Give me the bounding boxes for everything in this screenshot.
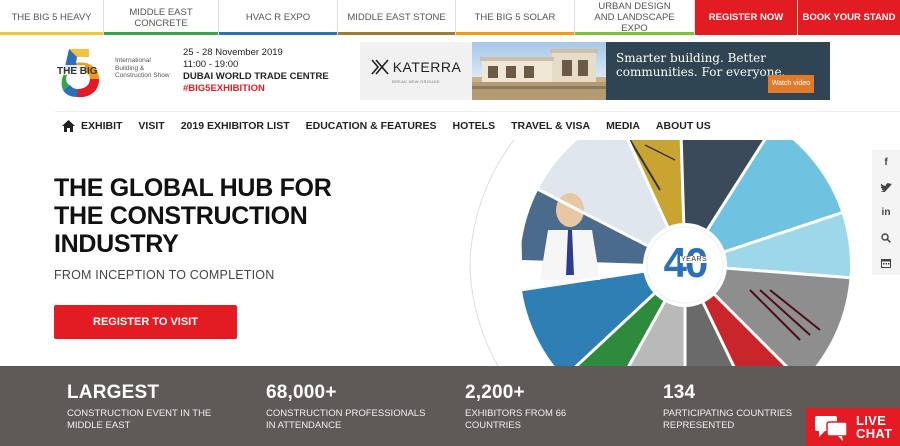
main-nav: EXHIBIT VISIT 2019 EXHIBITOR LIST EDUCAT… xyxy=(55,111,900,139)
tab-middle-east-concrete[interactable]: MIDDLE EAST CONCRETE xyxy=(104,0,219,35)
hero-title: THE GLOBAL HUB FOR THE CONSTRUCTION INDU… xyxy=(54,174,332,258)
stats-band: LARGEST CONSTRUCTION EVENT IN THE MIDDLE… xyxy=(0,366,900,446)
calendar-icon[interactable] xyxy=(872,250,900,275)
hero-subtitle: FROM INCEPTION TO COMPLETION xyxy=(54,268,275,282)
tab-color-bar xyxy=(104,32,218,35)
nav-education-features[interactable]: EDUCATION & FEATURES xyxy=(306,120,437,132)
logo-tagline: International Building & Construction Sh… xyxy=(115,57,170,79)
home-icon[interactable] xyxy=(55,119,81,132)
forty-years-badge: 40 YEARS xyxy=(650,238,720,292)
badge-text: YEARS xyxy=(680,256,709,263)
ad-house-image xyxy=(472,42,606,100)
tab-urban-design[interactable]: URBAN DESIGN AND LANDSCAPE EXPO xyxy=(575,0,695,35)
facebook-icon[interactable]: f xyxy=(872,150,900,175)
tab-middle-east-stone[interactable]: MIDDLE EAST STONE xyxy=(338,0,456,35)
tab-color-bar xyxy=(0,32,103,35)
event-hours: 11:00 - 19:00 xyxy=(183,59,239,70)
stat-largest: LARGEST CONSTRUCTION EVENT IN THE MIDDLE… xyxy=(67,382,227,432)
live-chat-label: LIVE CHAT xyxy=(856,414,892,440)
linkedin-icon[interactable]: in xyxy=(872,200,900,225)
stat-value: 68,000+ xyxy=(266,382,337,403)
hero-collage-graphic: 40 YEARS xyxy=(460,99,881,402)
nav-travel-visa[interactable]: TRAVEL & VISA xyxy=(511,120,590,132)
ad-copy: Smarter building. Better communities. Fo… xyxy=(606,42,830,100)
tab-color-bar xyxy=(338,32,455,35)
tab-label: THE BIG 5 SOLAR xyxy=(474,12,556,23)
stat-exhibitors: 2,200+ EXHIBITORS FROM 66 COUNTRIES xyxy=(465,382,575,432)
twitter-icon[interactable] xyxy=(872,175,900,200)
stat-value: LARGEST xyxy=(67,382,160,403)
search-icon[interactable] xyxy=(872,225,900,250)
nav-exhibit[interactable]: EXHIBIT xyxy=(81,120,122,132)
ad-brand-name: KATERRA xyxy=(392,58,462,75)
event-dates: 25 - 28 November 2019 xyxy=(183,47,283,58)
live-chat-button[interactable]: LIVE CHAT xyxy=(806,408,900,446)
watch-video-button[interactable]: Watch video xyxy=(767,75,814,93)
live-chat-line2: CHAT xyxy=(856,426,893,441)
book-your-stand-button[interactable]: BOOK YOUR STAND xyxy=(798,0,900,35)
tab-label: MIDDLE EAST CONCRETE xyxy=(129,6,193,29)
katerra-logo-icon xyxy=(371,58,389,75)
stat-value: 134 xyxy=(663,382,696,403)
stat-professionals: 68,000+ CONSTRUCTION PROFESSIONALS IN AT… xyxy=(266,382,431,432)
register-to-visit-button[interactable]: REGISTER TO VISIT xyxy=(54,305,237,339)
tab-label: URBAN DESIGN AND LANDSCAPE EXPO xyxy=(594,1,675,34)
ad-headline: Smarter building. Better communities. Fo… xyxy=(616,51,786,79)
tab-color-bar xyxy=(456,32,574,35)
social-sidebar: f in xyxy=(872,150,900,275)
tab-hvac-r-expo[interactable]: HVAC R EXPO xyxy=(219,0,338,35)
stat-countries: 134 PARTICIPATING COUNTRIES REPRESENTED xyxy=(663,382,803,432)
katerra-ad-banner[interactable]: KATERRA BREAK NEW GROUND Smarter buildin… xyxy=(360,42,830,100)
nav-about-us[interactable]: ABOUT US xyxy=(656,120,711,132)
tab-color-bar xyxy=(575,32,694,35)
event-venue: DUBAI WORLD TRADE CENTRE xyxy=(183,71,329,82)
stat-label: CONSTRUCTION EVENT IN THE MIDDLE EAST xyxy=(67,408,212,431)
stat-label: CONSTRUCTION PROFESSIONALS IN ATTENDANCE xyxy=(266,408,426,431)
register-now-button[interactable]: REGISTER NOW xyxy=(695,0,798,35)
nav-media[interactable]: MEDIA xyxy=(606,120,640,132)
big5-logo[interactable]: THE BIG International Building & Constru… xyxy=(55,43,173,99)
chat-bubble-icon xyxy=(815,416,848,441)
stat-value: 2,200+ xyxy=(465,382,525,403)
nav-visit[interactable]: VISIT xyxy=(138,120,164,132)
ad-brand: KATERRA BREAK NEW GROUND xyxy=(360,42,472,100)
tab-label: HVAC R EXPO xyxy=(245,12,311,23)
event-info: 25 - 28 November 2019 11:00 - 19:00 DUBA… xyxy=(183,47,329,95)
nav-exhibitor-list[interactable]: 2019 EXHIBITOR LIST xyxy=(181,120,290,132)
event-hashtag[interactable]: #BIG5EXHIBITION xyxy=(183,83,329,95)
tab-color-bar xyxy=(219,32,337,35)
event-tabs-bar: THE BIG 5 HEAVY MIDDLE EAST CONCRETE HVA… xyxy=(0,0,900,35)
tab-label: MIDDLE EAST STONE xyxy=(347,12,446,23)
stat-label: PARTICIPATING COUNTRIES REPRESENTED xyxy=(663,408,793,431)
ad-brand-tagline: BREAK NEW GROUND xyxy=(392,78,440,84)
tab-big5-heavy[interactable]: THE BIG 5 HEAVY xyxy=(0,0,104,35)
stat-label: EXHIBITORS FROM 66 COUNTRIES xyxy=(465,408,567,431)
nav-hotels[interactable]: HOTELS xyxy=(453,120,496,132)
tab-big5-solar[interactable]: THE BIG 5 SOLAR xyxy=(456,0,575,35)
tab-label: THE BIG 5 HEAVY xyxy=(11,12,92,23)
logo-text: THE BIG xyxy=(57,66,98,77)
